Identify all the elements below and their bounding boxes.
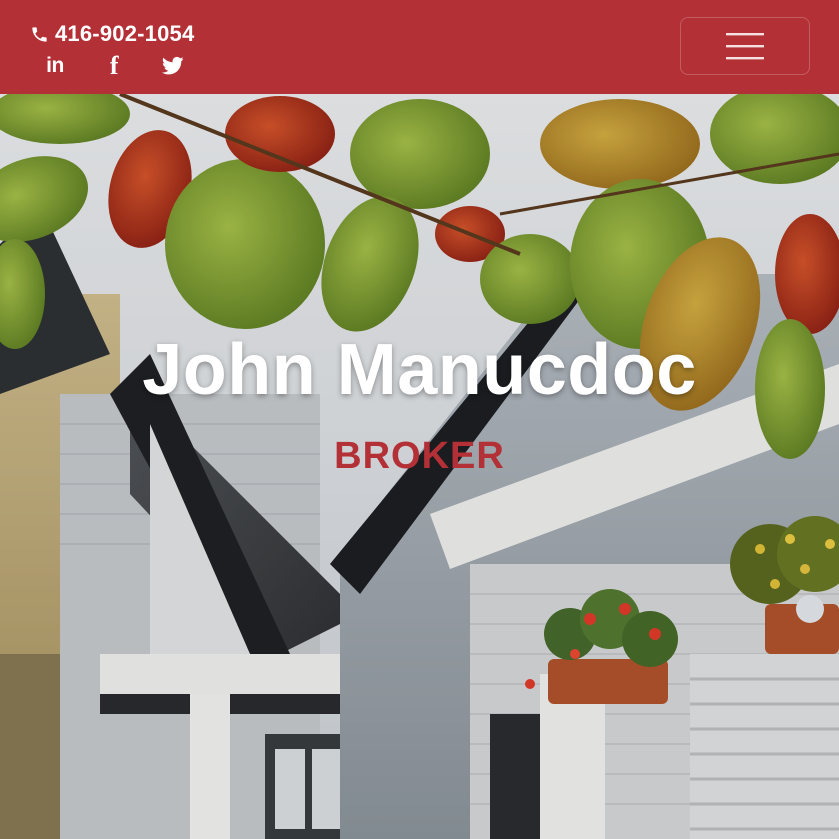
phone-number: 416-902-1054 [55,21,195,46]
facebook-link[interactable]: f [99,51,129,80]
top-bar: 416-902-1054 in f [0,0,839,94]
phone-link[interactable]: 416-902-1054 [30,20,194,48]
twitter-icon [162,56,184,75]
facebook-icon: f [109,51,119,80]
agent-name: John Manucdoc [142,330,697,410]
page: 416-902-1054 in f John Manucdoc BROKER [0,0,839,839]
hamburger-menu-icon [726,33,764,60]
menu-toggle-button[interactable] [680,17,810,75]
hero-section: John Manucdoc BROKER [0,94,839,839]
linkedin-link[interactable]: in [40,52,70,80]
linkedin-icon: in [46,54,64,77]
social-links: in f [40,51,217,80]
twitter-link[interactable] [158,52,188,80]
phone-icon [32,26,47,42]
agent-title: BROKER [334,435,505,477]
